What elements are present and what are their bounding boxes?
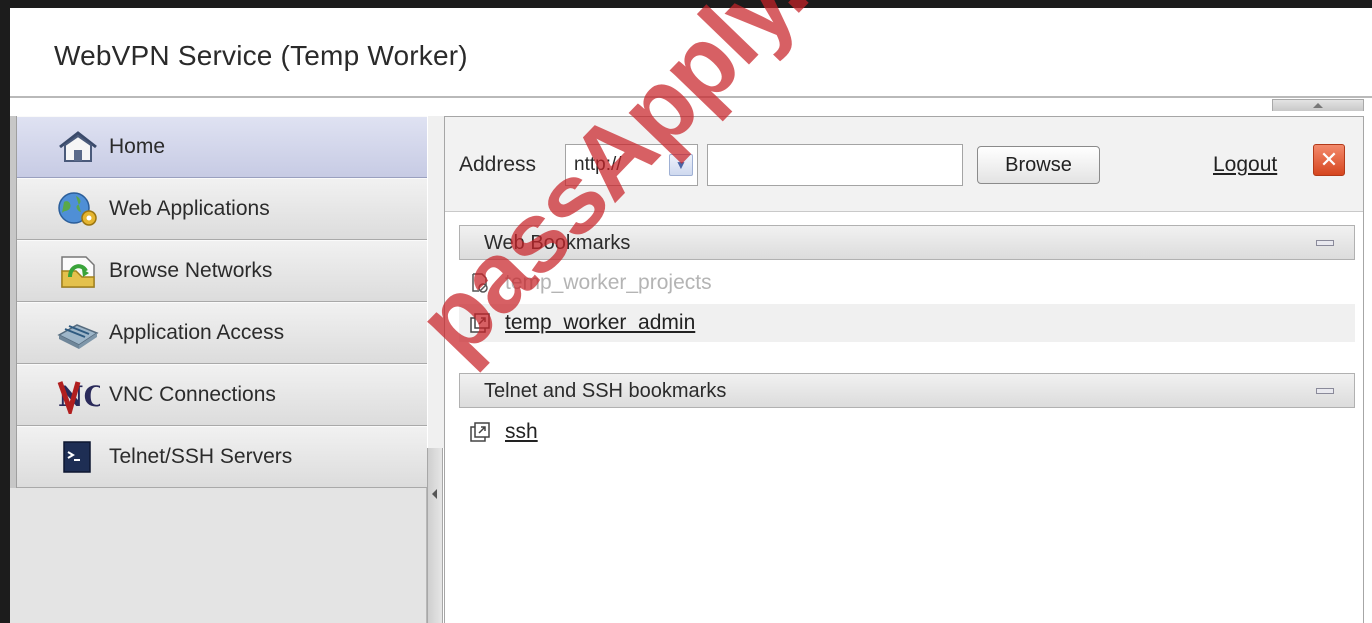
sidebar-splitter[interactable] [427,448,443,623]
bookmark-disabled-icon [469,272,491,294]
sidebar-item-label: Browse Networks [109,259,273,282]
external-link-icon [469,312,491,334]
collapse-up-icon [1313,103,1323,108]
sidebar-item-label: Application Access [109,321,285,344]
section-title: Web Bookmarks [484,232,631,254]
chevron-down-icon[interactable]: ▼ [669,154,693,176]
minimize-icon[interactable] [1316,240,1334,246]
title-bar: WebVPN Service (Temp Worker) [10,8,1372,98]
sidebar-edge [10,116,17,488]
home-icon [53,126,103,168]
sidebar-item-home[interactable]: Home [17,116,427,178]
sidebar-item-web-applications[interactable]: Web Applications [17,178,427,240]
minimize-icon[interactable] [1316,388,1334,394]
address-toolbar: Address nttp:// ▼ Browse Logout ✕ [445,117,1363,212]
web-bookmarks-header: Web Bookmarks [459,225,1355,260]
browse-networks-icon [53,250,103,292]
sidebar-item-browse-networks[interactable]: Browse Networks [17,240,427,302]
sidebar-item-label: Web Applications [109,197,270,220]
browse-button[interactable]: Browse [977,146,1100,184]
bookmark-row[interactable]: ssh [459,413,1355,451]
gutter [428,116,444,448]
application-access-icon [53,312,103,354]
protocol-select[interactable]: nttp:// ▼ [565,144,698,186]
logout-link[interactable]: Logout [1213,153,1277,177]
sidebar-item-label: Telnet/SSH Servers [109,445,293,468]
sidebar-item-label: VNC Connections [109,383,276,406]
terminal-icon [53,436,103,478]
protocol-select-value: nttp:// [574,154,622,175]
vnc-icon: NC [53,374,103,416]
bookmark-link[interactable]: ssh [505,420,538,444]
sidebar-item-application-access[interactable]: Application Access [17,302,427,364]
sidebar: Home Web Applications Browse Networks Ap… [10,116,427,623]
bookmark-label: temp_worker_projects [505,271,712,294]
sidebar-item-vnc-connections[interactable]: NC VNC Connections [17,364,427,426]
bookmark-row[interactable]: temp_worker_admin [459,304,1355,342]
sidebar-item-label: Home [109,135,166,158]
header-collapse-toggle[interactable] [1272,99,1364,111]
close-icon[interactable]: ✕ [1313,144,1345,176]
bookmark-row: temp_worker_projects [459,264,1355,302]
page-title: WebVPN Service (Temp Worker) [54,40,468,71]
url-input[interactable] [707,144,963,186]
section-title: Telnet and SSH bookmarks [484,380,727,402]
address-label: Address [459,153,537,176]
sidebar-item-telnet-ssh-servers[interactable]: Telnet/SSH Servers [17,426,427,488]
telnet-ssh-bookmarks-header: Telnet and SSH bookmarks [459,373,1355,408]
web-applications-icon [53,188,103,230]
external-link-icon [469,421,491,443]
collapse-left-icon [432,489,437,499]
bookmark-link[interactable]: temp_worker_admin [505,311,695,335]
main-panel: Address nttp:// ▼ Browse Logout ✕ Web Bo… [444,116,1364,623]
